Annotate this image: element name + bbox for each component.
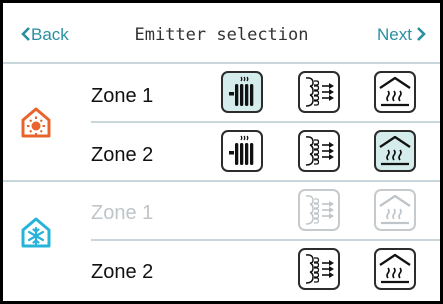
fan-coil-icon (305, 254, 334, 284)
fan-coil-icon (305, 77, 334, 107)
underfloor-heating-icon (379, 135, 411, 166)
underfloor-cooling-icon (379, 194, 411, 225)
radiator-icon (229, 76, 254, 106)
divider (3, 180, 440, 182)
screen-frame: Back Emitter selection Next Zone 1 Zone … (0, 0, 443, 304)
underfloor-cooling-button (374, 189, 416, 231)
divider (3, 62, 440, 64)
radiator-icon (229, 135, 254, 165)
chevron-right-icon (417, 27, 426, 41)
divider (91, 239, 440, 241)
underfloor-cooling-button[interactable] (374, 248, 416, 290)
underfloor-heating-button[interactable] (374, 71, 416, 113)
fan-coil-button (298, 189, 340, 231)
zone-label: Zone 1 (91, 85, 154, 107)
underfloor-cooling-icon (379, 253, 411, 284)
fan-coil-button[interactable] (298, 130, 340, 172)
header: Back Emitter selection Next (3, 3, 440, 65)
zone-label: Zone 2 (91, 261, 154, 283)
next-button[interactable]: Next (377, 25, 426, 45)
page-title: Emitter selection (134, 25, 309, 45)
radiator-button[interactable] (221, 71, 263, 113)
underfloor-heating-icon (379, 76, 411, 107)
divider (91, 121, 440, 123)
fan-coil-button[interactable] (298, 71, 340, 113)
zone-label: Zone 1 (91, 202, 154, 224)
fan-coil-button[interactable] (298, 248, 340, 290)
zone-label: Zone 2 (91, 144, 154, 166)
next-label: Next (377, 25, 412, 44)
radiator-button[interactable] (221, 130, 263, 172)
heating-house-sun-icon (21, 107, 51, 138)
cooling-house-snowflake-icon (21, 217, 51, 248)
fan-coil-icon (305, 195, 334, 225)
underfloor-heating-button[interactable] (374, 130, 416, 172)
fan-coil-icon (305, 136, 334, 166)
